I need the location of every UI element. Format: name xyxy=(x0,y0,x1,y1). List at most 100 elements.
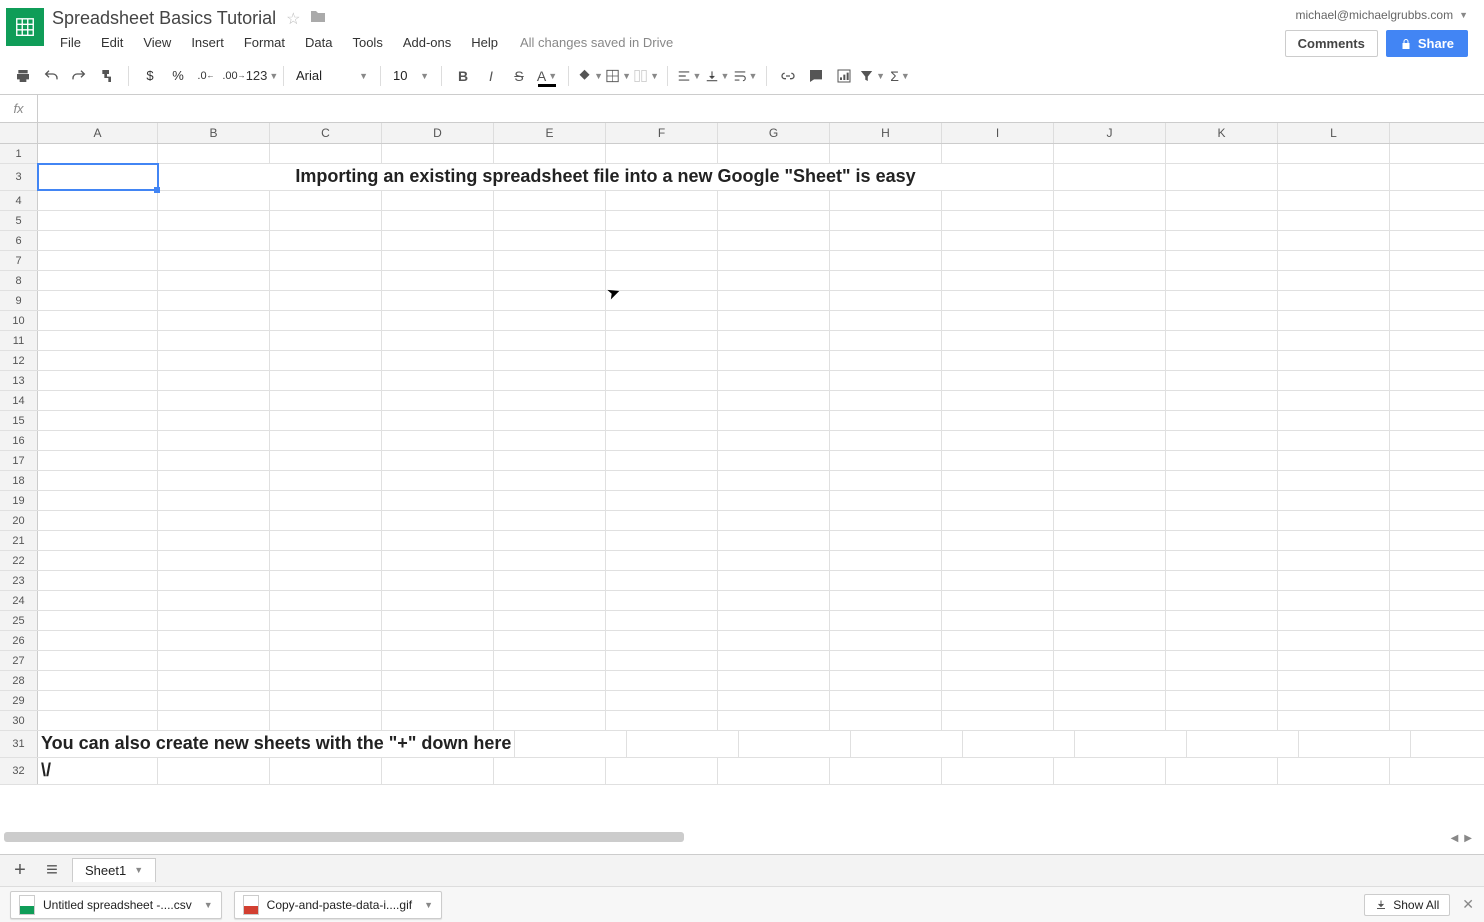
cell[interactable] xyxy=(1278,571,1390,590)
cell[interactable] xyxy=(1278,758,1390,784)
cell[interactable] xyxy=(942,511,1054,530)
cell[interactable] xyxy=(1166,691,1278,710)
cell[interactable] xyxy=(1278,551,1390,570)
cell[interactable] xyxy=(38,371,158,390)
row-header-12[interactable]: 12 xyxy=(0,351,38,370)
menu-tools[interactable]: Tools xyxy=(344,33,390,52)
text-wrap-button[interactable]: ▼ xyxy=(732,63,758,89)
cell[interactable] xyxy=(1278,331,1390,350)
cell[interactable] xyxy=(158,631,270,650)
col-header-h[interactable]: H xyxy=(830,123,942,143)
italic-button[interactable]: I xyxy=(478,63,504,89)
cell[interactable] xyxy=(606,411,718,430)
cell[interactable] xyxy=(158,571,270,590)
cell[interactable] xyxy=(606,144,718,163)
cell[interactable] xyxy=(1054,351,1166,370)
cell[interactable] xyxy=(1278,351,1390,370)
cell[interactable] xyxy=(942,551,1054,570)
cell[interactable] xyxy=(38,271,158,290)
cell[interactable] xyxy=(270,144,382,163)
cell[interactable] xyxy=(382,551,494,570)
col-header-k[interactable]: K xyxy=(1166,123,1278,143)
cell[interactable] xyxy=(606,231,718,250)
cell[interactable] xyxy=(830,611,942,630)
cell[interactable] xyxy=(270,191,382,210)
cell[interactable] xyxy=(270,291,382,310)
cell[interactable] xyxy=(270,471,382,490)
row-header-10[interactable]: 10 xyxy=(0,311,38,330)
cell[interactable] xyxy=(606,691,718,710)
cell[interactable] xyxy=(1278,651,1390,670)
row-header-32[interactable]: 32 xyxy=(0,758,38,784)
row-header-6[interactable]: 6 xyxy=(0,231,38,250)
cell[interactable] xyxy=(830,671,942,690)
cell[interactable] xyxy=(1075,731,1187,757)
row-header-27[interactable]: 27 xyxy=(0,651,38,670)
cell-merged-row3[interactable]: Importing an existing spreadsheet file i… xyxy=(158,164,1054,190)
cell[interactable] xyxy=(270,391,382,410)
cell[interactable] xyxy=(1278,491,1390,510)
cell[interactable] xyxy=(382,191,494,210)
cell[interactable] xyxy=(270,531,382,550)
cell[interactable] xyxy=(494,411,606,430)
cell[interactable] xyxy=(38,491,158,510)
cell[interactable] xyxy=(494,571,606,590)
number-format-button[interactable]: 123▼ xyxy=(249,63,275,89)
cell[interactable] xyxy=(494,511,606,530)
cell[interactable] xyxy=(494,331,606,350)
cell[interactable] xyxy=(718,711,830,730)
cell[interactable] xyxy=(851,731,963,757)
cell[interactable] xyxy=(830,391,942,410)
cell[interactable] xyxy=(1278,451,1390,470)
cell[interactable] xyxy=(718,591,830,610)
cell[interactable] xyxy=(270,631,382,650)
cell[interactable] xyxy=(606,591,718,610)
cell[interactable] xyxy=(38,571,158,590)
cell[interactable] xyxy=(158,691,270,710)
cell[interactable] xyxy=(1054,491,1166,510)
cell-a31[interactable]: You can also create new sheets with the … xyxy=(38,731,515,757)
user-email[interactable]: michael@michaelgrubbs.com ▼ xyxy=(1296,8,1469,22)
cell[interactable] xyxy=(942,411,1054,430)
cell[interactable] xyxy=(270,231,382,250)
cell[interactable] xyxy=(382,331,494,350)
cell[interactable] xyxy=(1278,711,1390,730)
cell[interactable] xyxy=(270,451,382,470)
cell[interactable] xyxy=(942,351,1054,370)
cell[interactable] xyxy=(718,631,830,650)
cell[interactable] xyxy=(1278,231,1390,250)
cell[interactable] xyxy=(942,451,1054,470)
cell[interactable] xyxy=(942,631,1054,650)
cell[interactable] xyxy=(270,551,382,570)
cell[interactable] xyxy=(942,271,1054,290)
cell[interactable] xyxy=(270,571,382,590)
cell[interactable] xyxy=(158,711,270,730)
borders-button[interactable]: ▼ xyxy=(605,63,631,89)
cell[interactable] xyxy=(382,631,494,650)
row-header-26[interactable]: 26 xyxy=(0,631,38,650)
cell[interactable] xyxy=(1278,411,1390,430)
cell[interactable] xyxy=(382,311,494,330)
cell[interactable] xyxy=(1278,191,1390,210)
cell[interactable] xyxy=(942,371,1054,390)
cell[interactable] xyxy=(1278,311,1390,330)
cell[interactable] xyxy=(942,191,1054,210)
cell[interactable] xyxy=(494,144,606,163)
cell[interactable] xyxy=(270,711,382,730)
currency-format-button[interactable]: $ xyxy=(137,63,163,89)
row-header-19[interactable]: 19 xyxy=(0,491,38,510)
cell[interactable] xyxy=(1166,164,1278,190)
cell[interactable] xyxy=(718,611,830,630)
cell[interactable] xyxy=(1278,144,1390,163)
cell[interactable] xyxy=(718,758,830,784)
cell[interactable] xyxy=(158,211,270,230)
cell[interactable] xyxy=(830,351,942,370)
cell[interactable] xyxy=(942,591,1054,610)
cell[interactable] xyxy=(494,431,606,450)
cell[interactable] xyxy=(1166,531,1278,550)
cell[interactable] xyxy=(830,711,942,730)
bold-button[interactable]: B xyxy=(450,63,476,89)
print-icon[interactable] xyxy=(10,63,36,89)
cell[interactable] xyxy=(38,431,158,450)
cell[interactable] xyxy=(606,191,718,210)
